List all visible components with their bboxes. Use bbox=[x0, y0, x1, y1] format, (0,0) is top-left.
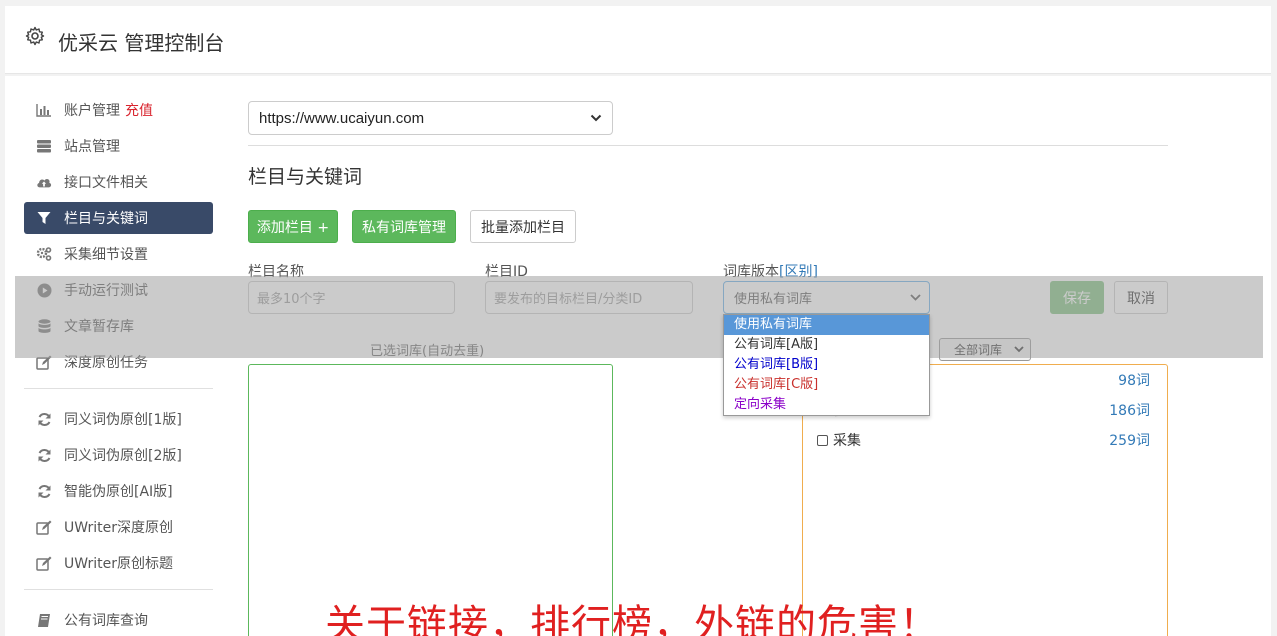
lib-filter-value: 全部词库 bbox=[954, 343, 1003, 357]
chevron-down-icon bbox=[910, 294, 921, 301]
dropdown-option[interactable]: 公有词库[A版] bbox=[724, 335, 929, 355]
sidebar-item-label: 智能伪原创[AI版] bbox=[64, 484, 173, 500]
sidebar-item-synonym-v2[interactable]: 同义词伪原创[2版] bbox=[24, 439, 213, 471]
gears-icon bbox=[36, 246, 52, 262]
column-id-label: 栏目ID bbox=[485, 264, 528, 280]
column-name-placeholder: 最多10个字 bbox=[257, 292, 326, 307]
checkbox[interactable] bbox=[817, 434, 828, 446]
cloud-upload-icon bbox=[36, 174, 52, 190]
column-id-input[interactable]: 要发布的目标栏目/分类ID bbox=[485, 281, 693, 314]
selected-lib-label: 已选词库(自动去重) bbox=[370, 344, 485, 359]
add-column-button[interactable]: 添加栏目 + bbox=[248, 210, 338, 243]
recharge-link[interactable]: 充值 bbox=[125, 100, 153, 120]
sidebar-item-label: 公有词库查询 bbox=[64, 613, 148, 629]
sidebar-item-label: 深度原创任务 bbox=[64, 355, 148, 371]
lib-filter-select[interactable]: 全部词库 bbox=[939, 338, 1031, 361]
sidebar-item-uwriter-title[interactable]: UWriter原创标题 bbox=[24, 547, 213, 579]
dropdown-option[interactable]: 使用私有词库 bbox=[724, 315, 929, 335]
cancel-button[interactable]: 取消 bbox=[1114, 281, 1168, 314]
gear-icon bbox=[25, 26, 45, 46]
sidebar-item-ai-rewrite[interactable]: 智能伪原创[AI版] bbox=[24, 475, 213, 507]
sidebar-item-label: 站点管理 bbox=[64, 139, 120, 155]
sidebar-item-sites[interactable]: 站点管理 bbox=[24, 130, 213, 162]
sidebar-item-label: UWriter深度原创 bbox=[64, 520, 173, 536]
sidebar-item-collect-settings[interactable]: 采集细节设置 bbox=[24, 238, 213, 270]
batch-add-button[interactable]: 批量添加栏目 bbox=[470, 210, 576, 243]
edit-icon bbox=[36, 555, 52, 571]
sidebar-item-label: 文章暂存库 bbox=[64, 319, 134, 335]
book-icon bbox=[36, 612, 52, 628]
bar-chart-icon bbox=[36, 102, 52, 118]
dropdown-option[interactable]: 定向采集 bbox=[724, 395, 929, 415]
column-id-placeholder: 要发布的目标栏目/分类ID bbox=[494, 292, 643, 307]
refresh-icon bbox=[36, 483, 52, 499]
divider bbox=[248, 145, 1168, 146]
sidebar-divider bbox=[24, 388, 213, 389]
site-select[interactable]: https://www.ucaiyun.com bbox=[248, 101, 613, 135]
sidebar-item-deep-original[interactable]: 深度原创任务 bbox=[24, 346, 213, 378]
lib-version-text: 词库版本 bbox=[723, 264, 779, 280]
sidebar-item-public-lib[interactable]: 公有词库查询 bbox=[24, 604, 213, 636]
refresh-icon bbox=[36, 447, 52, 463]
app-title: 优采云 管理控制台 bbox=[58, 31, 225, 55]
sidebar-item-label: 栏目与关键词 bbox=[64, 211, 148, 227]
lib-version-value: 使用私有词库 bbox=[734, 292, 813, 307]
edit-icon bbox=[36, 354, 52, 370]
dropdown-option[interactable]: 公有词库[C版] bbox=[724, 375, 929, 395]
filter-icon bbox=[36, 210, 52, 226]
private-lib-button[interactable]: 私有词库管理 bbox=[352, 210, 456, 243]
sidebar-item-label: UWriter原创标题 bbox=[64, 556, 173, 572]
edit-icon bbox=[36, 519, 52, 535]
sidebar-item-account[interactable]: 账户管理 充值 bbox=[24, 94, 213, 126]
lib-item[interactable]: 采集 259词 bbox=[817, 430, 1150, 450]
lib-version-dropdown: 使用私有词库 公有词库[A版] 公有词库[B版] 公有词库[C版] 定向采集 bbox=[723, 314, 930, 416]
lib-version-label: 词库版本[区别] bbox=[723, 261, 818, 281]
section-title: 栏目与关键词 bbox=[248, 166, 363, 188]
play-circle-icon bbox=[36, 282, 52, 298]
sidebar-item-label: 同义词伪原创[1版] bbox=[64, 412, 182, 428]
sidebar-divider bbox=[24, 589, 213, 590]
dropdown-option[interactable]: 公有词库[B版] bbox=[724, 355, 929, 375]
sidebar-item-columns[interactable]: 栏目与关键词 bbox=[24, 202, 213, 234]
top-bar: 优采云 管理控制台 bbox=[5, 6, 1271, 74]
lib-count: 98词 bbox=[1118, 373, 1150, 389]
sidebar-item-label: 账户管理 bbox=[64, 103, 120, 119]
refresh-icon bbox=[36, 411, 52, 427]
sidebar-item-article-store[interactable]: 文章暂存库 bbox=[24, 310, 213, 342]
lib-count: 259词 bbox=[1109, 433, 1150, 449]
sidebar-item-label: 同义词伪原创[2版] bbox=[64, 448, 182, 464]
sidebar-item-label: 手动运行测试 bbox=[64, 283, 148, 299]
sidebar-item-interface[interactable]: 接口文件相关 bbox=[24, 166, 213, 198]
sidebar-item-label: 采集细节设置 bbox=[64, 247, 148, 263]
main-panel: 账户管理 充值 站点管理 接口文件相关 栏目与关键词 采集细节设置 手动运行测试… bbox=[5, 76, 1271, 636]
column-name-label: 栏目名称 bbox=[248, 264, 304, 280]
sidebar-item-manual-test[interactable]: 手动运行测试 bbox=[24, 274, 213, 306]
sidebar-item-uwriter-deep[interactable]: UWriter深度原创 bbox=[24, 511, 213, 543]
lib-name: 采集 bbox=[833, 433, 861, 449]
chevron-down-icon bbox=[590, 114, 602, 122]
selected-lib-panel[interactable] bbox=[248, 364, 613, 636]
database-icon bbox=[36, 318, 52, 334]
site-select-value: https://www.ucaiyun.com bbox=[259, 109, 425, 127]
sidebar: 账户管理 充值 站点管理 接口文件相关 栏目与关键词 采集细节设置 手动运行测试… bbox=[24, 94, 214, 636]
chevron-down-icon bbox=[1014, 346, 1024, 353]
sidebar-item-label: 接口文件相关 bbox=[64, 175, 148, 191]
diff-link[interactable]: [区别] bbox=[779, 264, 818, 280]
lib-version-select[interactable]: 使用私有词库 bbox=[723, 281, 930, 314]
column-name-input[interactable]: 最多10个字 bbox=[248, 281, 455, 314]
sidebar-item-synonym-v1[interactable]: 同义词伪原创[1版] bbox=[24, 403, 213, 435]
lib-count: 186词 bbox=[1109, 403, 1150, 419]
server-icon bbox=[36, 138, 52, 154]
save-button[interactable]: 保存 bbox=[1050, 281, 1104, 314]
